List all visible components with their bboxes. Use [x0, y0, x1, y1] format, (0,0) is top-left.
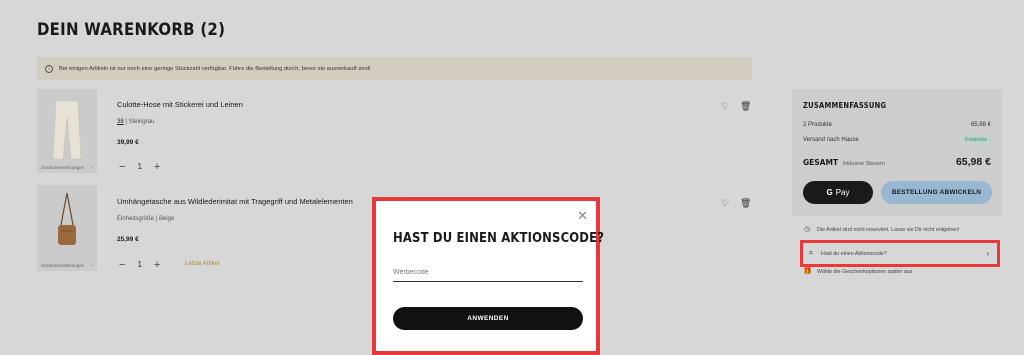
summary-total-row: GESAMT Inklusive Steuern 65,98 €: [803, 156, 991, 168]
shipping-free-badge: Kostenlos: [961, 135, 991, 145]
promo-link-text: Hast du einen Aktionscode?: [821, 250, 887, 257]
google-icon: G: [826, 188, 833, 197]
quantity-value: 1: [137, 162, 142, 171]
reserved-note-text: Die Artikel sind nicht reserviert. Lasse…: [817, 227, 960, 233]
product-color: Steingrau: [128, 119, 155, 125]
product-size: Einheitsgröße: [117, 216, 155, 222]
product-variant: 38 | Steingrau: [117, 119, 154, 125]
product-name[interactable]: Umhängetasche aus Wildlederimitat mit Tr…: [117, 197, 353, 206]
google-pay-label: Pay: [835, 188, 850, 197]
tax-note: Inklusive Steuern: [842, 161, 885, 167]
quantity-value: 1: [137, 260, 142, 269]
decrease-quantity-button[interactable]: −: [119, 161, 125, 172]
shipping-label: Versand nach Hause: [803, 137, 859, 143]
heart-icon[interactable]: ♡: [721, 198, 729, 209]
increase-quantity-button[interactable]: +: [154, 259, 160, 270]
stock-notice-banner: i Bei einigen Artikeln ist nur noch eine…: [37, 57, 752, 80]
trousers-image: [52, 100, 82, 160]
gift-note-text: Wähle die Geschenkoptionen später aus: [817, 269, 913, 275]
summary-title: ZUSAMMENFASSUNG: [803, 101, 887, 110]
google-pay-button[interactable]: G Pay: [803, 181, 873, 204]
gift-note[interactable]: 🎁 Wähle die Geschenkoptionen später aus: [803, 268, 912, 276]
product-thumbnail[interactable]: Zusammensetzungen ›: [37, 185, 97, 271]
apply-button[interactable]: ANWENDEN: [393, 307, 583, 330]
heart-icon[interactable]: ♡: [721, 101, 729, 112]
product-variant: Einheitsgröße | Beige: [117, 216, 174, 222]
close-icon[interactable]: ✕: [577, 209, 588, 222]
quantity-stepper: − 1 +: [119, 259, 160, 270]
order-summary: ZUSAMMENFASSUNG 2 Produkte 65,98 € Versa…: [792, 89, 1002, 216]
promo-code-modal: ✕ HAST DU EINEN AKTIONSCODE? ANWENDEN: [372, 197, 604, 355]
total-label: GESAMT Inklusive Steuern: [803, 158, 885, 167]
modal-title: HAST DU EINEN AKTIONSCODE?: [393, 230, 605, 246]
thumb-caption[interactable]: Zusammensetzungen: [41, 165, 84, 170]
product-thumbnail[interactable]: Zusammensetzungen ›: [37, 89, 97, 173]
summary-shipping-row: Versand nach Hause Kostenlos: [803, 135, 991, 145]
trash-icon[interactable]: 🗑: [740, 101, 751, 112]
checkout-button[interactable]: BESTELLUNG ABWICKELN: [881, 181, 992, 204]
promo-code-link[interactable]: ⌗ Hast du einen Aktionscode? ›: [800, 240, 1000, 267]
chevron-right-icon: ›: [91, 263, 93, 269]
cart-item: Zusammensetzungen › Culotte-Hose mit Sti…: [37, 89, 752, 179]
decrease-quantity-button[interactable]: −: [119, 259, 125, 270]
stock-notice-text: Bei einigen Artikeln ist nur noch eine g…: [59, 65, 371, 72]
product-price: 25,99 €: [117, 236, 139, 243]
chevron-right-icon: ›: [91, 165, 93, 171]
products-label: 2 Produkte: [803, 122, 833, 128]
clock-icon: ◷: [803, 226, 811, 233]
chevron-right-icon: ›: [986, 249, 989, 258]
total-label-text: GESAMT: [803, 158, 839, 167]
tag-icon: ⌗: [809, 249, 813, 257]
product-name[interactable]: Culotte-Hose mit Stickerei und Leinen: [117, 100, 243, 109]
product-price: 39,99 €: [117, 139, 139, 146]
gift-icon: 🎁: [803, 268, 812, 275]
quantity-stepper: − 1 +: [119, 161, 160, 172]
increase-quantity-button[interactable]: +: [154, 161, 160, 172]
product-color: Beige: [158, 216, 175, 222]
total-value: 65,98 €: [955, 156, 991, 168]
info-icon: i: [45, 64, 53, 73]
trash-icon[interactable]: 🗑: [740, 198, 751, 209]
product-size[interactable]: 38: [117, 119, 124, 125]
thumb-caption[interactable]: Zusammensetzungen: [41, 263, 84, 268]
page-title: DEIN WARENKORB (2): [37, 20, 226, 40]
products-value: 65,98 €: [970, 122, 991, 128]
promo-code-input[interactable]: [393, 264, 583, 282]
summary-products-row: 2 Produkte 65,98 €: [803, 122, 991, 128]
reserved-note: ◷ Die Artikel sind nicht reserviert. Las…: [803, 226, 960, 234]
bag-image: [58, 192, 76, 245]
last-item-badge: Letzte Artikel: [185, 261, 220, 267]
